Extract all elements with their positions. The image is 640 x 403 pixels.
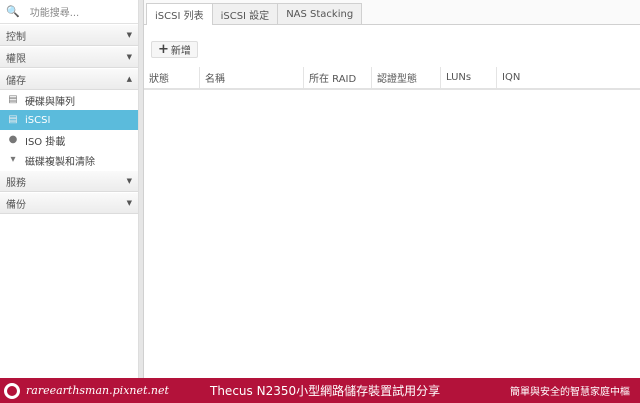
table-header: 狀態 名稱 所在 RAID 認證型態 LUNs IQN — [144, 67, 640, 90]
item-label: 硬碟與陣列 — [25, 96, 75, 108]
chevron-down-icon: ▼ — [126, 199, 132, 207]
tab-iscsi-list[interactable]: iSCSI 列表 — [146, 3, 213, 25]
column-auth-type[interactable]: 認證型態 — [372, 67, 441, 88]
sidebar-item-iso-mount[interactable]: ● ISO 掛載 — [0, 130, 138, 150]
sidebar-group-control[interactable]: 控制 ▼ — [0, 24, 138, 46]
column-luns[interactable]: LUNs — [441, 67, 497, 88]
group-label: 備份 — [6, 199, 26, 211]
item-label: ISO 掛載 — [25, 136, 66, 148]
sidebar-group-backup[interactable]: 備份 ▼ — [0, 192, 138, 214]
column-iqn[interactable]: IQN — [497, 67, 640, 88]
plus-icon: + — [158, 42, 169, 57]
add-button[interactable]: + 新增 — [151, 41, 198, 58]
group-label: 儲存 — [6, 75, 26, 87]
sidebar-item-iscsi[interactable]: ▤ iSCSI — [0, 110, 138, 130]
item-label: 磁碟複製和清除 — [25, 156, 95, 168]
column-status[interactable]: 狀態 — [144, 67, 200, 88]
chevron-down-icon: ▼ — [126, 53, 132, 61]
broom-icon: ▾ — [10, 154, 16, 165]
tab-bar: iSCSI 列表 iSCSI 設定 NAS Stacking — [144, 0, 640, 25]
sidebar-item-disks-raid[interactable]: ▤ 硬碟與陣列 — [0, 90, 138, 110]
item-label: iSCSI — [25, 114, 51, 126]
group-label: 控制 — [6, 31, 26, 43]
column-raid[interactable]: 所在 RAID — [304, 67, 372, 88]
sidebar-group-service[interactable]: 服務 ▼ — [0, 170, 138, 192]
tab-nas-stacking[interactable]: NAS Stacking — [277, 3, 363, 24]
main-panel: iSCSI 列表 iSCSI 設定 NAS Stacking + 新增 狀態 名稱… — [144, 0, 640, 378]
tab-iscsi-settings[interactable]: iSCSI 設定 — [211, 3, 279, 24]
search-icon: 🔍 — [6, 5, 20, 18]
disc-icon: ● — [8, 134, 18, 145]
sidebar-item-disk-clone[interactable]: ▾ 磁碟複製和清除 — [0, 150, 138, 170]
sidebar-group-privilege[interactable]: 權限 ▼ — [0, 46, 138, 68]
disk-icon: ▤ — [8, 94, 18, 105]
site-logo-icon — [4, 382, 20, 399]
chevron-down-icon: ▼ — [126, 31, 132, 39]
sidebar-group-storage[interactable]: 儲存 ▲ — [0, 68, 138, 90]
watermark-banner: rareearthsman.pixnet.net Thecus N2350小型網… — [0, 378, 640, 403]
group-label: 服務 — [6, 177, 26, 189]
group-label: 權限 — [6, 53, 26, 65]
banner-slogan: 簡單與安全的智慧家庭中樞 — [510, 387, 630, 398]
server-icon: ▤ — [8, 114, 18, 125]
column-name[interactable]: 名稱 — [200, 67, 304, 88]
search-input[interactable]: 功能搜尋... — [30, 4, 80, 19]
add-label: 新增 — [170, 46, 191, 57]
chevron-down-icon: ▼ — [126, 177, 132, 185]
banner-title: Thecus N2350小型網路儲存裝置試用分享 — [210, 384, 441, 398]
chevron-up-icon: ▲ — [126, 75, 132, 83]
sidebar: 🔍 功能搜尋... 控制 ▼ 權限 ▼ 儲存 ▲ ▤ 硬碟與陣列 ▤ iSCSI ● ISO … — [0, 0, 139, 378]
site-url: rareearthsman.pixnet.net — [26, 384, 169, 397]
function-search[interactable]: 🔍 功能搜尋... — [0, 0, 138, 24]
